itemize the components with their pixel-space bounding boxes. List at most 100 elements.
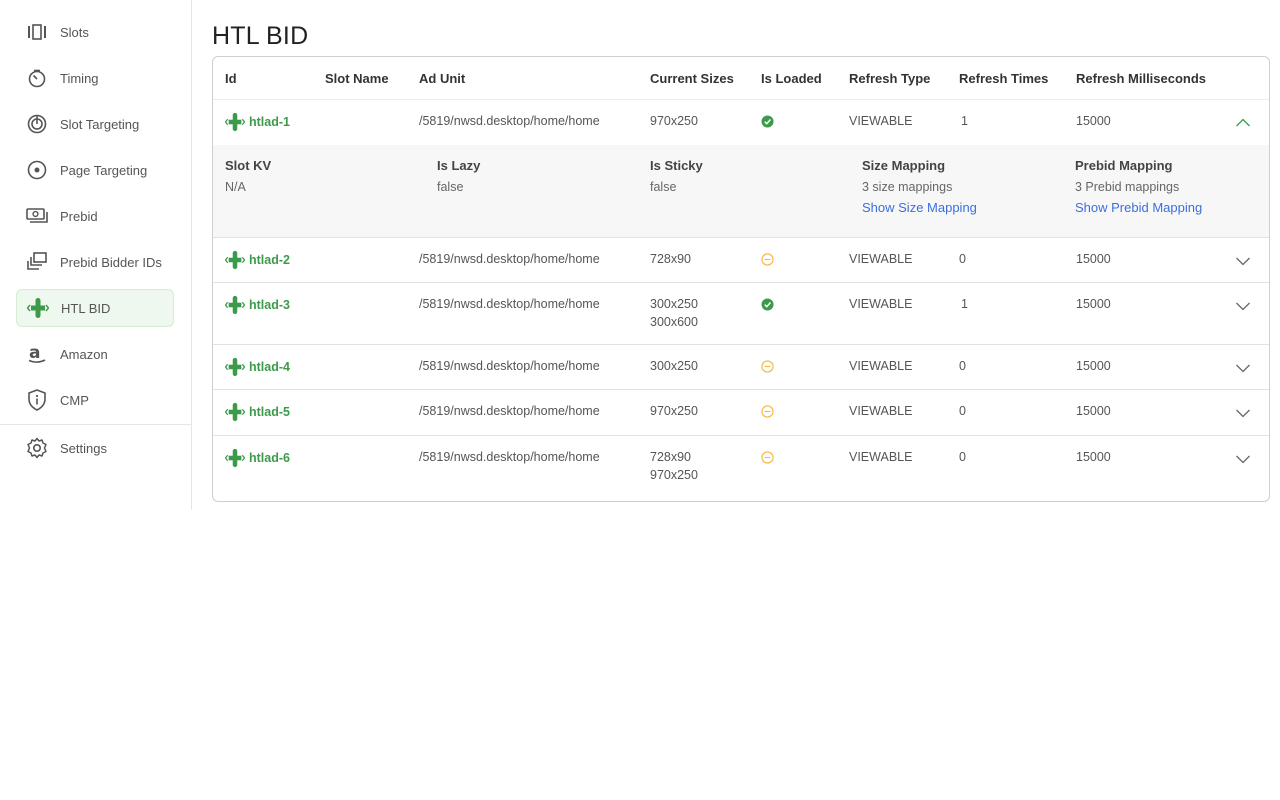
- amazon-icon: a: [26, 343, 48, 365]
- refresh-ms: 15000: [1076, 252, 1111, 266]
- table-row[interactable]: htlad-4 /5819/nwsd.desktop/home/home 300…: [213, 345, 1269, 390]
- sidebar-item-amazon[interactable]: a Amazon: [16, 335, 174, 373]
- slot-id-text: htlad-4: [249, 360, 290, 374]
- ad-unit: /5819/nwsd.desktop/home/home: [419, 297, 600, 311]
- table-row[interactable]: htlad-1 /5819/nwsd.desktop/home/home 970…: [213, 100, 1269, 145]
- header-refresh-type[interactable]: Refresh Type: [849, 71, 930, 86]
- current-size: 970x250: [650, 404, 698, 418]
- header-refresh-times[interactable]: Refresh Times: [959, 71, 1048, 86]
- table-row[interactable]: htlad-5 /5819/nwsd.desktop/home/home 970…: [213, 390, 1269, 436]
- chevron-down-icon[interactable]: [1235, 360, 1251, 376]
- refresh-type: VIEWABLE: [849, 359, 913, 373]
- chevron-up-icon[interactable]: [1235, 115, 1251, 131]
- refresh-times: 0: [959, 450, 966, 464]
- htl-logo-icon: [225, 295, 245, 315]
- refresh-type: VIEWABLE: [849, 252, 913, 266]
- sidebar-item-prebid[interactable]: Prebid: [16, 197, 174, 235]
- slot-id[interactable]: htlad-3: [225, 295, 290, 315]
- loaded-check-icon: [761, 298, 774, 314]
- loaded-check-icon: [761, 115, 774, 131]
- show-prebid-mapping-link[interactable]: Show Prebid Mapping: [1075, 200, 1202, 215]
- table-row[interactable]: htlad-3 /5819/nwsd.desktop/home/home 300…: [213, 283, 1269, 345]
- current-size: 300x600: [650, 315, 698, 329]
- chevron-down-icon[interactable]: [1235, 451, 1251, 467]
- not-loaded-icon: [761, 360, 774, 376]
- sidebar-item-slot-targeting[interactable]: Slot Targeting: [16, 105, 174, 143]
- refresh-times: 0: [959, 252, 966, 266]
- refresh-type: VIEWABLE: [849, 297, 913, 311]
- current-size: 728x90: [650, 252, 692, 266]
- slot-id[interactable]: htlad-6: [225, 448, 290, 468]
- sidebar-item-label: CMP: [60, 392, 89, 408]
- htl-logo-icon: [225, 357, 245, 377]
- header-id[interactable]: Id: [225, 71, 237, 86]
- sidebar-item-label: Page Targeting: [60, 162, 148, 178]
- current-size: 300x250: [650, 297, 698, 311]
- sidebar-item-label: Prebid Bidder IDs: [60, 254, 162, 270]
- slot-kv-value: N/A: [225, 180, 246, 194]
- header-current-sizes[interactable]: Current Sizes: [650, 71, 734, 86]
- table-row[interactable]: htlad-2 /5819/nwsd.desktop/home/home 728…: [213, 238, 1269, 283]
- table-header: Id Slot Name Ad Unit Current Sizes Is Lo…: [213, 57, 1269, 100]
- refresh-type: VIEWABLE: [849, 114, 913, 128]
- table-row[interactable]: htlad-6 /5819/nwsd.desktop/home/home 728…: [213, 436, 1269, 500]
- slots-table: Id Slot Name Ad Unit Current Sizes Is Lo…: [212, 56, 1270, 502]
- slot-id[interactable]: htlad-5: [225, 402, 290, 422]
- current-size: 300x250: [650, 359, 698, 373]
- htl-logo-icon: [225, 250, 245, 270]
- current-size: 728x90: [650, 450, 692, 464]
- sidebar-item-settings[interactable]: Settings: [16, 429, 174, 467]
- refresh-times: 0: [959, 404, 966, 418]
- show-size-mapping-link[interactable]: Show Size Mapping: [862, 200, 977, 215]
- chevron-down-icon[interactable]: [1235, 253, 1251, 269]
- htl-logo-icon: [225, 112, 245, 132]
- sidebar-item-timing[interactable]: Timing: [16, 59, 174, 97]
- sidebar-item-page-targeting[interactable]: Page Targeting: [16, 151, 174, 189]
- slot-id[interactable]: htlad-1: [225, 112, 290, 132]
- timer-icon: [26, 67, 48, 89]
- slot-id-text: htlad-1: [249, 115, 290, 129]
- sidebar-item-label: Slot Targeting: [60, 116, 140, 132]
- header-is-loaded[interactable]: Is Loaded: [761, 71, 822, 86]
- not-loaded-icon: [761, 405, 774, 421]
- is-sticky-label: Is Sticky: [650, 158, 703, 173]
- sidebar-divider: [0, 424, 191, 425]
- radio-target-icon: [26, 159, 48, 181]
- slot-id[interactable]: htlad-4: [225, 357, 290, 377]
- header-slot-name[interactable]: Slot Name: [325, 71, 389, 86]
- slot-id-text: htlad-6: [249, 451, 290, 465]
- not-loaded-icon: [761, 253, 774, 269]
- not-loaded-icon: [761, 451, 774, 467]
- sidebar-item-slots[interactable]: Slots: [16, 13, 174, 51]
- gear-icon: [26, 437, 48, 459]
- money-icon: [26, 205, 48, 227]
- slot-id-text: htlad-5: [249, 405, 290, 419]
- chevron-down-icon[interactable]: [1235, 298, 1251, 314]
- slot-kv-label: Slot KV: [225, 158, 272, 173]
- sidebar-item-cmp[interactable]: CMP: [16, 381, 174, 419]
- header-refresh-ms[interactable]: Refresh Milliseconds: [1076, 71, 1206, 86]
- header-ad-unit[interactable]: Ad Unit: [419, 71, 465, 86]
- refresh-ms: 15000: [1076, 404, 1111, 418]
- target-icon: [26, 113, 48, 135]
- refresh-times: 0: [959, 359, 966, 373]
- sidebar-item-htl-bid[interactable]: HTL BID: [16, 289, 174, 327]
- sidebar-item-label: HTL BID: [61, 300, 111, 316]
- sidebar-item-prebid-bidder-ids[interactable]: Prebid Bidder IDs: [16, 243, 174, 281]
- refresh-ms: 15000: [1076, 359, 1111, 373]
- prebid-mapping-value: 3 Prebid mappings: [1075, 180, 1180, 194]
- refresh-type: VIEWABLE: [849, 450, 913, 464]
- chevron-down-icon[interactable]: [1235, 405, 1251, 421]
- slot-id[interactable]: htlad-2: [225, 250, 290, 270]
- page-title: HTL BID: [212, 22, 309, 50]
- sidebar: Slots Timing Slot Targeting Page Targeti…: [0, 0, 192, 510]
- ad-unit: /5819/nwsd.desktop/home/home: [419, 450, 600, 464]
- current-size: 970x250: [650, 468, 698, 482]
- is-sticky-value: false: [650, 180, 677, 194]
- slot-detail-panel: Slot KV N/A Is Lazy false Is Sticky fals…: [213, 145, 1269, 238]
- is-lazy-value: false: [437, 180, 464, 194]
- current-size: 970x250: [650, 114, 698, 128]
- slot-id-text: htlad-2: [249, 253, 290, 267]
- shield-info-icon: [26, 389, 48, 411]
- refresh-ms: 15000: [1076, 114, 1111, 128]
